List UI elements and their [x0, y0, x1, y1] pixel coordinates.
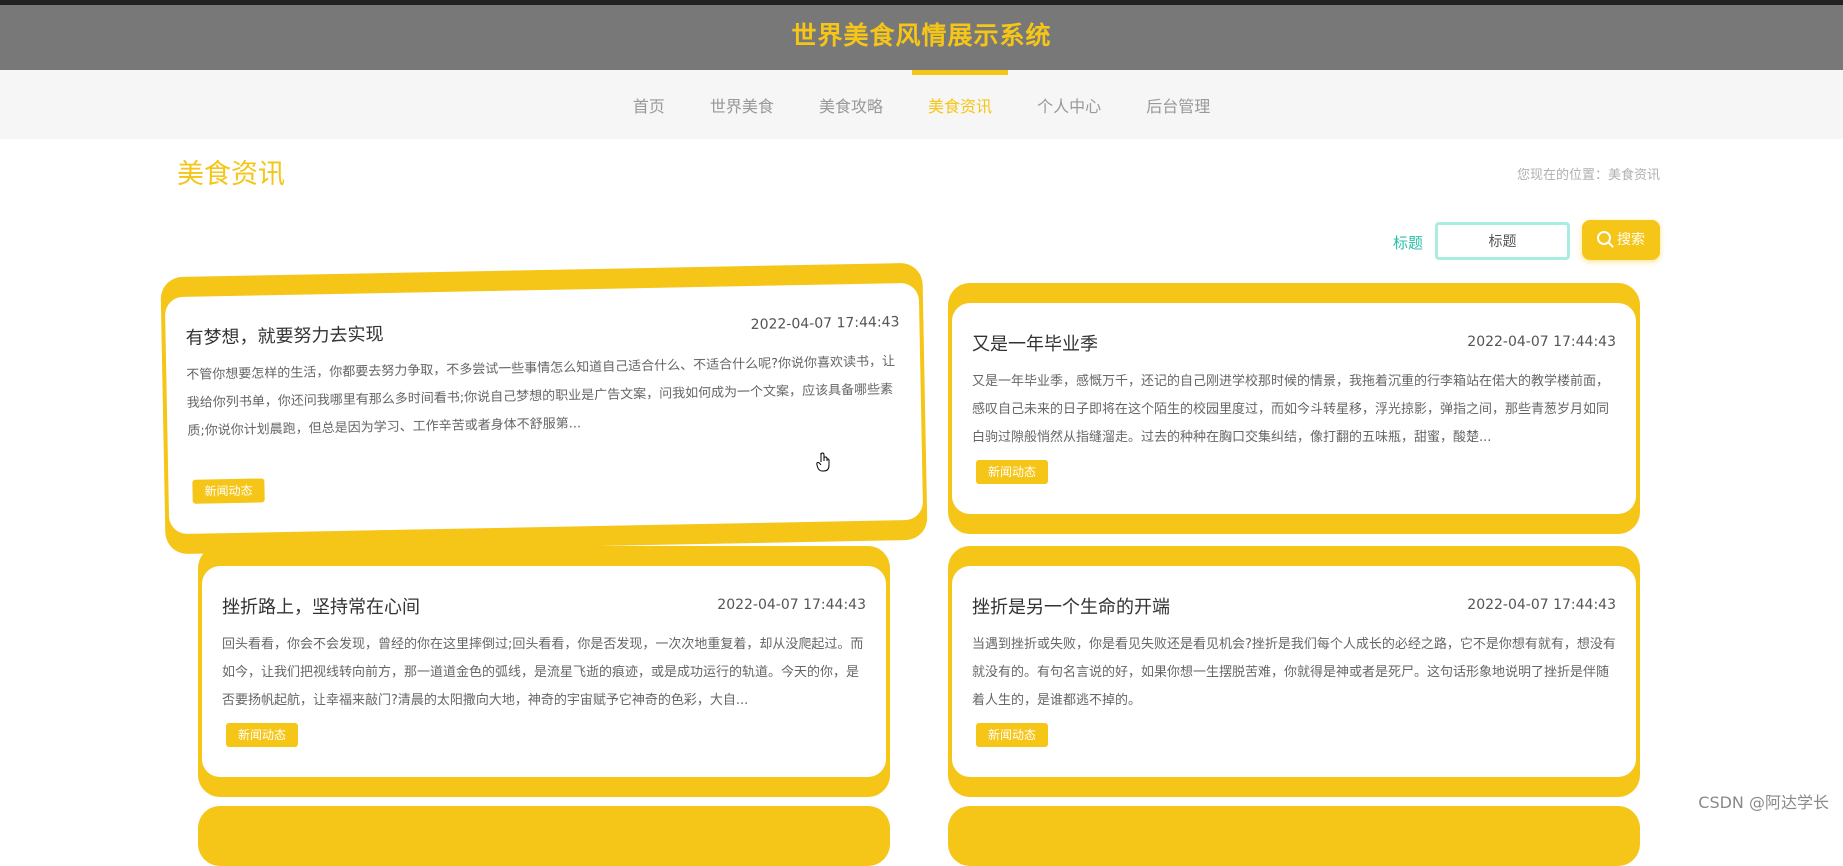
- nav-item-personal-center[interactable]: 个人中心: [1037, 70, 1101, 139]
- news-card-partial[interactable]: [948, 806, 1640, 866]
- news-card-title[interactable]: 挫折路上，坚持常在心间: [222, 593, 420, 619]
- hand-cursor-icon: [816, 452, 830, 472]
- news-card-title[interactable]: 挫折是另一个生命的开端: [972, 593, 1170, 619]
- breadcrumb-current[interactable]: 美食资讯: [1608, 168, 1660, 183]
- news-card-title[interactable]: 有梦想，就要努力去实现: [185, 320, 383, 350]
- search-icon: [1597, 231, 1611, 245]
- nav-item-food-news[interactable]: 美食资讯: [912, 70, 1009, 139]
- news-card-tag[interactable]: 新闻动态: [976, 723, 1049, 747]
- news-card-title[interactable]: 又是一年毕业季: [972, 330, 1098, 356]
- news-card-date: 2022-04-07 17:44:43: [1467, 334, 1616, 350]
- nav-item-world-food[interactable]: 世界美食: [710, 70, 774, 139]
- search-button-label: 搜索: [1617, 232, 1645, 248]
- main-nav: 首页 世界美食 美食攻略 美食资讯 个人中心 后台管理: [0, 70, 1843, 139]
- nav-item-home[interactable]: 首页: [633, 70, 665, 139]
- nav-item-food-guide[interactable]: 美食攻略: [819, 70, 883, 139]
- breadcrumb-prefix: 您现在的位置：: [1516, 168, 1608, 183]
- news-card-tag[interactable]: 新闻动态: [226, 723, 299, 747]
- news-card-tag[interactable]: 新闻动态: [976, 460, 1049, 484]
- nav-item-admin[interactable]: 后台管理: [1146, 70, 1210, 139]
- breadcrumb: 您现在的位置：美食资讯: [1517, 164, 1660, 183]
- news-card-summary: 当遇到挫折或失败，你是看见失败还是看见机会?挫折是我们每个人成长的必经之路，它不…: [972, 637, 1616, 708]
- search-input[interactable]: [1435, 222, 1570, 260]
- news-card[interactable]: 有梦想，就要努力去实现 2022-04-07 17:44:43 不管你想要怎样的…: [160, 262, 928, 555]
- news-card-date: 2022-04-07 17:44:43: [750, 314, 900, 334]
- page-title: 美食资讯: [177, 159, 285, 190]
- news-card-tag[interactable]: 新闻动态: [192, 478, 265, 504]
- search-button[interactable]: 搜索: [1582, 220, 1660, 260]
- news-card-summary: 又是一年毕业季，感慨万千，还记的自己刚进学校那时候的情景，我拖着沉重的行李箱站在…: [972, 374, 1610, 445]
- news-card-summary: 不管你想要怎样的生活，你都要去努力争取，不多尝试一些事情怎么知道自己适合什么、不…: [186, 354, 896, 439]
- search-label: 标题: [1393, 234, 1424, 252]
- news-card[interactable]: 又是一年毕业季 2022-04-07 17:44:43 又是一年毕业季，感慨万千…: [948, 283, 1640, 534]
- news-card[interactable]: 挫折是另一个生命的开端 2022-04-07 17:44:43 当遇到挫折或失败…: [948, 546, 1640, 797]
- news-card[interactable]: 挫折路上，坚持常在心间 2022-04-07 17:44:43 回头看看，你会不…: [198, 546, 890, 797]
- watermark: CSDN @阿达学长: [1698, 793, 1829, 812]
- news-card-date: 2022-04-07 17:44:43: [717, 597, 866, 613]
- news-card-summary: 回头看看，你会不会发现，曾经的你在这里摔倒过;回头看看，你是否发现，一次次地重复…: [222, 637, 864, 708]
- news-card-partial[interactable]: [198, 806, 890, 866]
- site-header: 世界美食风情展示系统: [0, 5, 1843, 70]
- news-card-date: 2022-04-07 17:44:43: [1467, 597, 1616, 613]
- site-title: 世界美食风情展示系统: [791, 21, 1052, 50]
